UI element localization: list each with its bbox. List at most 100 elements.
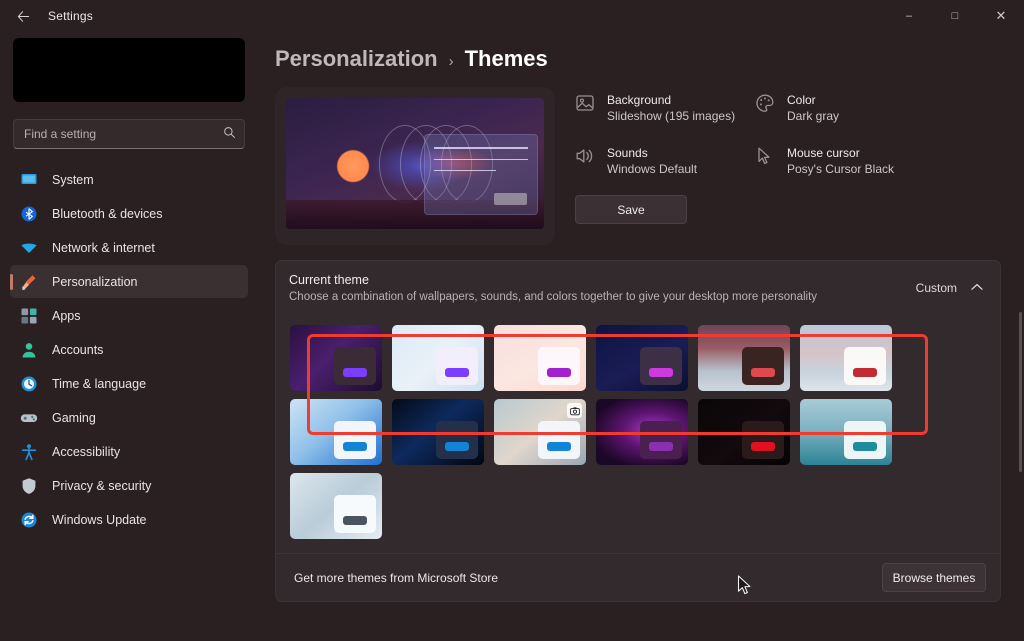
store-bar: Get more themes from Microsoft Store Bro… [276, 553, 1000, 601]
theme-tile-windows-swirl-light[interactable] [290, 473, 382, 539]
vertical-scrollbar[interactable] [1019, 312, 1022, 472]
display-icon [20, 171, 38, 189]
sidebar-item-personalization[interactable]: Personalization [10, 265, 248, 298]
sidebar-item-windows-update[interactable]: Windows Update [10, 503, 248, 536]
theme-tile-accent-pill [445, 368, 469, 377]
theme-tile-accent-pill [547, 368, 571, 377]
browse-themes-button[interactable]: Browse themes [882, 563, 986, 592]
settings-window: Settings – □ ✕ System Bluetooth & devices… [0, 0, 1024, 641]
sidebar-item-accessibility[interactable]: Accessibility [10, 435, 248, 468]
theme-property-background[interactable]: Background Slideshow (195 images) [575, 92, 755, 125]
cursor-icon [755, 146, 775, 166]
person-icon [20, 341, 38, 359]
theme-tile-cosmos-dark[interactable] [596, 325, 688, 391]
theme-property-name: Background [607, 93, 672, 107]
theme-tile-flow-dark[interactable] [290, 325, 382, 391]
image-icon [575, 93, 595, 113]
breadcrumb-parent[interactable]: Personalization [275, 46, 438, 72]
theme-property-color[interactable]: Color Dark gray [755, 92, 1010, 125]
theme-property-text: Sounds Windows Default [607, 145, 697, 178]
theme-tile-accent-pill [853, 442, 877, 451]
theme-properties: Background Slideshow (195 images) Color Dar… [575, 87, 1010, 245]
window-body: System Bluetooth & devices Network & inter… [0, 32, 1024, 641]
theme-tile-flow-light[interactable] [392, 325, 484, 391]
theme-property-sounds[interactable]: Sounds Windows Default [575, 145, 755, 178]
theme-gallery [290, 325, 987, 539]
current-theme-subtitle: Choose a combination of wallpapers, soun… [289, 290, 818, 303]
theme-tile-purple-glow[interactable] [596, 399, 688, 465]
sidebar-item-label: Apps [52, 308, 81, 323]
apps-icon [20, 307, 38, 325]
search-box[interactable] [13, 119, 245, 149]
accessibility-icon [20, 443, 38, 461]
sidebar-item-gaming[interactable]: Gaming [10, 401, 248, 434]
theme-tile-glow-dark[interactable] [698, 325, 790, 391]
close-button[interactable]: ✕ [978, 0, 1024, 32]
theme-property-mouse-cursor[interactable]: Mouse cursor Posy's Cursor Black [755, 145, 1010, 178]
theme-property-name: Mouse cursor [787, 146, 860, 160]
desktop-preview-monitor [275, 87, 555, 245]
sidebar-item-apps[interactable]: Apps [10, 299, 248, 332]
sidebar-item-privacy-security[interactable]: Privacy & security [10, 469, 248, 502]
theme-property-value: Posy's Cursor Black [787, 162, 894, 176]
search-input[interactable] [24, 127, 223, 141]
sidebar-item-accounts[interactable]: Accounts [10, 333, 248, 366]
sidebar-nav: System Bluetooth & devices Network & inter… [10, 163, 248, 536]
wifi-icon [20, 239, 38, 257]
theme-tile-windows-dark[interactable] [392, 399, 484, 465]
window-title: Settings [48, 9, 93, 23]
sidebar-item-label: Personalization [52, 274, 138, 289]
theme-tile-glow-light[interactable] [800, 325, 892, 391]
theme-tile-window-preview [334, 347, 376, 385]
mock-text-line [434, 169, 496, 172]
sidebar-item-label: Accessibility [52, 444, 121, 459]
shield-icon [20, 477, 38, 495]
theme-tile-teal-landscape[interactable] [800, 399, 892, 465]
theme-property-value: Windows Default [607, 162, 698, 176]
theme-tile-accent-pill [547, 442, 571, 451]
theme-tile-accent-pill [649, 368, 673, 377]
sidebar-item-time-language[interactable]: Time & language [10, 367, 248, 400]
theme-tile-window-preview [844, 347, 886, 385]
sidebar-item-label: Gaming [52, 410, 96, 425]
sidebar-item-system[interactable]: System [10, 163, 248, 196]
breadcrumb: Personalization › Themes [270, 46, 1010, 72]
sidebar: System Bluetooth & devices Network & inter… [0, 32, 258, 641]
desktop-preview-screen [286, 98, 544, 229]
theme-tile-accent-pill [751, 442, 775, 451]
sidebar-item-label: System [52, 172, 94, 187]
theme-properties-grid: Background Slideshow (195 images) Color Dar… [575, 92, 1010, 178]
update-icon [20, 511, 38, 529]
mock-text-line [434, 147, 529, 149]
theme-property-value: Slideshow (195 images) [607, 109, 736, 123]
maximize-button[interactable]: □ [932, 0, 978, 32]
theme-tile-window-preview [844, 421, 886, 459]
theme-property-text: Mouse cursor Posy's Cursor Black [787, 145, 894, 178]
theme-tile-windows-spotlight[interactable] [494, 399, 586, 465]
store-label: Get more themes from Microsoft Store [294, 570, 499, 585]
sidebar-item-label: Windows Update [52, 512, 147, 527]
speaker-icon [575, 146, 595, 166]
theme-tile-cosmos-light[interactable] [494, 325, 586, 391]
minimize-button[interactable]: – [886, 0, 932, 32]
clock-icon [20, 375, 38, 393]
chevron-up-icon[interactable] [971, 283, 983, 294]
theme-tile-windows-light[interactable] [290, 399, 382, 465]
theme-tile-window-preview [334, 421, 376, 459]
search-icon [223, 126, 236, 142]
theme-tile-accent-pill [853, 368, 877, 377]
theme-property-name: Color [787, 93, 816, 107]
theme-tile-dark-floral[interactable] [698, 399, 790, 465]
back-button[interactable] [6, 1, 40, 31]
current-theme-value: Custom [915, 281, 957, 295]
theme-tile-accent-pill [649, 442, 673, 451]
theme-tile-accent-pill [751, 368, 775, 377]
main-content: Personalization › Themes Background Slid… [258, 32, 1024, 641]
sidebar-item-bluetooth-devices[interactable]: Bluetooth & devices [10, 197, 248, 230]
breadcrumb-separator-icon: › [448, 53, 454, 70]
theme-tile-window-preview [640, 347, 682, 385]
sidebar-item-network-internet[interactable]: Network & internet [10, 231, 248, 264]
account-area-redacted[interactable] [13, 38, 245, 102]
save-button[interactable]: Save [575, 195, 687, 224]
current-theme-header[interactable]: Current theme Choose a combination of wa… [276, 261, 1000, 315]
